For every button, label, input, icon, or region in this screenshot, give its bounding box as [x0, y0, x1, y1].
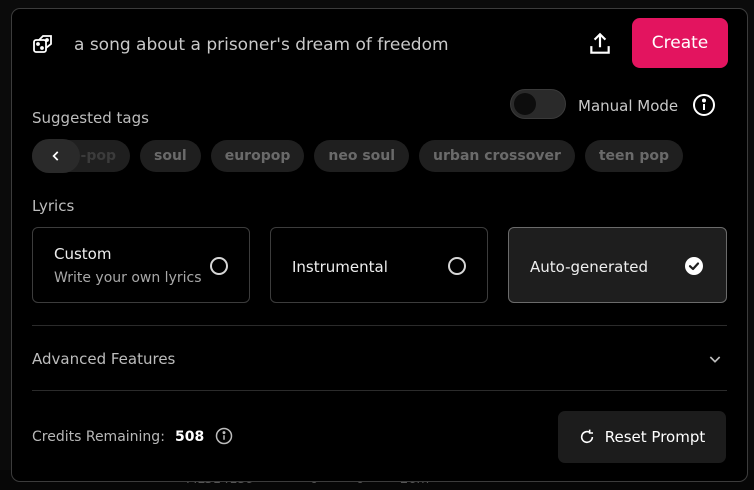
radio-selected-check-icon[interactable] — [685, 257, 703, 275]
manual-mode-toggle[interactable] — [510, 89, 566, 119]
tags-scroll-left-button[interactable] — [32, 139, 80, 173]
credits-label: Credits Remaining: — [32, 429, 165, 445]
credits-value: 508 — [175, 429, 205, 445]
lyrics-option-title: Auto-generated — [530, 258, 648, 276]
lyrics-option-custom[interactable]: Custom Write your own lyrics — [32, 227, 250, 303]
refresh-icon — [580, 429, 593, 444]
chevron-down-icon[interactable] — [707, 351, 723, 367]
radio-unselected[interactable] — [210, 257, 228, 275]
reset-prompt-label: Reset Prompt — [604, 428, 706, 446]
info-icon[interactable] — [692, 93, 716, 117]
tag-chip[interactable]: europop — [210, 140, 305, 172]
tag-list: dance-pop soul europop neo soul urban cr… — [32, 140, 684, 172]
lyrics-label: Lyrics — [32, 197, 75, 215]
suggested-tags-label: Suggested tags — [32, 109, 149, 127]
tag-chip[interactable]: teen pop — [584, 140, 684, 172]
advanced-features-toggle[interactable]: Advanced Features — [32, 350, 175, 368]
tag-chip[interactable]: soul — [140, 140, 201, 172]
upload-icon[interactable] — [587, 31, 613, 57]
create-panel: a song about a prisoner's dream of freed… — [11, 8, 748, 482]
toggle-knob — [514, 93, 536, 115]
tag-chip[interactable]: neo soul — [314, 140, 410, 172]
create-button[interactable]: Create — [632, 18, 728, 68]
lyrics-option-instrumental[interactable]: Instrumental — [270, 227, 488, 303]
radio-unselected[interactable] — [448, 257, 466, 275]
dice-icon[interactable] — [31, 32, 55, 56]
chevron-left-icon — [52, 151, 59, 161]
tag-chip[interactable]: urban crossover — [419, 140, 575, 172]
lyrics-option-subtitle: Write your own lyrics — [54, 270, 202, 286]
lyrics-option-title: Custom — [54, 245, 112, 263]
manual-mode-label: Manual Mode — [578, 97, 679, 115]
reset-prompt-button[interactable]: Reset Prompt — [558, 411, 726, 463]
lyrics-option-auto-generated[interactable]: Auto-generated — [508, 227, 727, 303]
divider — [32, 325, 727, 326]
divider — [32, 390, 727, 391]
prompt-input[interactable]: a song about a prisoner's dream of freed… — [74, 35, 449, 55]
lyrics-option-title: Instrumental — [292, 258, 388, 276]
info-icon[interactable] — [215, 427, 233, 445]
